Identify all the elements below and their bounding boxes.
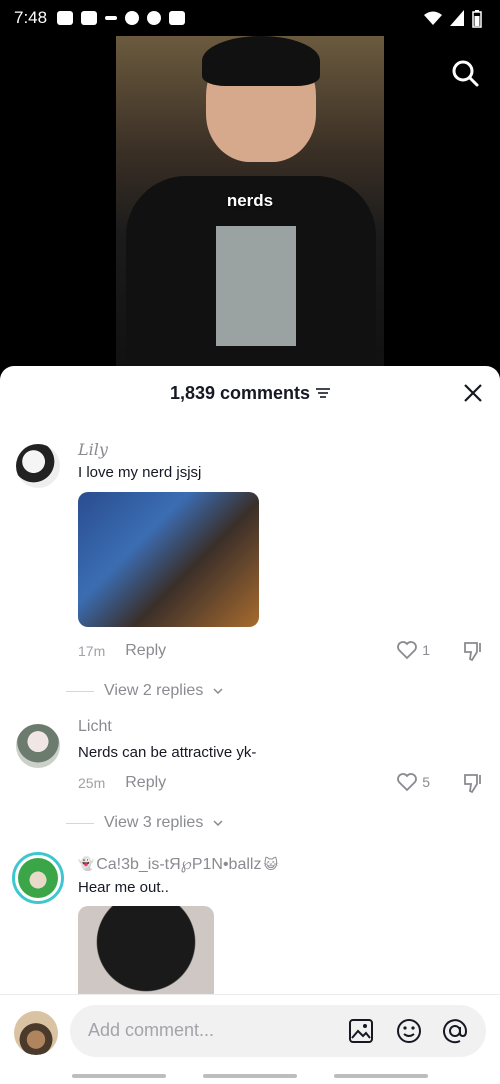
check-circle-icon: [125, 11, 140, 25]
dislike-icon[interactable]: [462, 640, 484, 662]
person-hair: [202, 36, 320, 86]
ghost-emoji-icon: 👻: [78, 856, 95, 871]
system-indicators: [424, 10, 482, 28]
comment-input[interactable]: Add comment...: [70, 1005, 486, 1057]
battery-icon: [472, 10, 482, 28]
signal-icon: [450, 10, 464, 26]
avatar[interactable]: [12, 852, 64, 904]
folder-icon: [81, 11, 98, 25]
cat-emoji-icon: 😺: [263, 855, 279, 872]
nav-gesture-bar-right: [334, 1074, 428, 1078]
divider: [66, 822, 94, 824]
comment-author-name: Ca!3b_is-tЯ℘P1N•ballz: [96, 856, 262, 873]
image-upload-icon[interactable]: [348, 1018, 374, 1044]
comment-author[interactable]: Licht: [78, 718, 112, 736]
comment-time: 25m: [78, 775, 106, 791]
comment-input-bar: Add comment...: [0, 994, 500, 1084]
wifi-icon: [424, 11, 442, 25]
heart-icon: [397, 641, 418, 660]
view-replies-button[interactable]: View 2 replies: [66, 682, 223, 700]
video-caption: nerds: [226, 191, 274, 210]
status-time: 7:48: [14, 8, 48, 27]
comment-time: 17m: [78, 643, 106, 659]
heart-icon: [397, 773, 418, 792]
view-replies-label: View 2 replies: [104, 682, 204, 699]
comment-input-placeholder: Add comment...: [88, 1020, 215, 1040]
search-icon[interactable]: [450, 58, 480, 88]
status-icons: [57, 11, 186, 25]
comment-image[interactable]: [78, 492, 259, 627]
comment-text: I love my nerd jsjsj: [78, 464, 202, 481]
comment-text: Hear me out..: [78, 879, 169, 896]
comments-sheet: 1,839 comments Lily I love my nerd jsjsj…: [0, 366, 500, 1084]
view-replies-label: View 3 replies: [104, 814, 204, 831]
close-icon[interactable]: [462, 382, 484, 404]
image-icon: [169, 11, 186, 25]
chevron-down-icon: [213, 820, 223, 826]
view-replies-button[interactable]: View 3 replies: [66, 814, 223, 832]
filter-icon[interactable]: [316, 387, 331, 399]
comments-count: 1,839 comments: [169, 382, 311, 403]
current-user-avatar[interactable]: [14, 1011, 58, 1055]
mention-icon[interactable]: [442, 1018, 468, 1044]
comment-author[interactable]: 👻 Ca!3b_is-tЯ℘P1N•ballz 😺: [78, 854, 278, 874]
like-count: 1: [422, 642, 430, 658]
game-icon: [57, 11, 74, 25]
comment-author[interactable]: Lily: [78, 440, 108, 459]
like-count: 5: [422, 774, 430, 790]
chevron-down-icon: [213, 688, 223, 694]
like-button[interactable]: 5: [396, 772, 430, 792]
avatar[interactable]: [16, 724, 60, 768]
reply-button[interactable]: Reply: [125, 642, 166, 660]
comment-text: Nerds can be attractive yk-: [78, 744, 257, 761]
comment-meta: 25m Reply: [78, 774, 166, 792]
divider: [66, 690, 94, 692]
avatar[interactable]: [16, 444, 60, 488]
more-icon: [105, 16, 118, 20]
avatar-image: [18, 858, 58, 898]
comment-item: Lily I love my nerd jsjsj 17m Reply 1 Vi…: [0, 440, 500, 700]
status-bar: 7:48: [0, 0, 500, 36]
comment-meta: 17m Reply: [78, 642, 166, 660]
shirt-print: [216, 226, 296, 346]
dislike-icon[interactable]: [462, 772, 484, 794]
like-button[interactable]: 1: [396, 640, 430, 660]
globe-icon: [147, 11, 162, 25]
reply-button[interactable]: Reply: [125, 774, 166, 792]
video-player[interactable]: nerds: [116, 36, 384, 368]
emoji-icon[interactable]: [396, 1018, 422, 1044]
nav-gesture-bar-center: [203, 1074, 297, 1078]
comment-item: Licht Nerds can be attractive yk- 25m Re…: [0, 718, 500, 838]
comments-header: 1,839 comments: [0, 366, 500, 420]
nav-gesture-bar-left: [72, 1074, 166, 1078]
